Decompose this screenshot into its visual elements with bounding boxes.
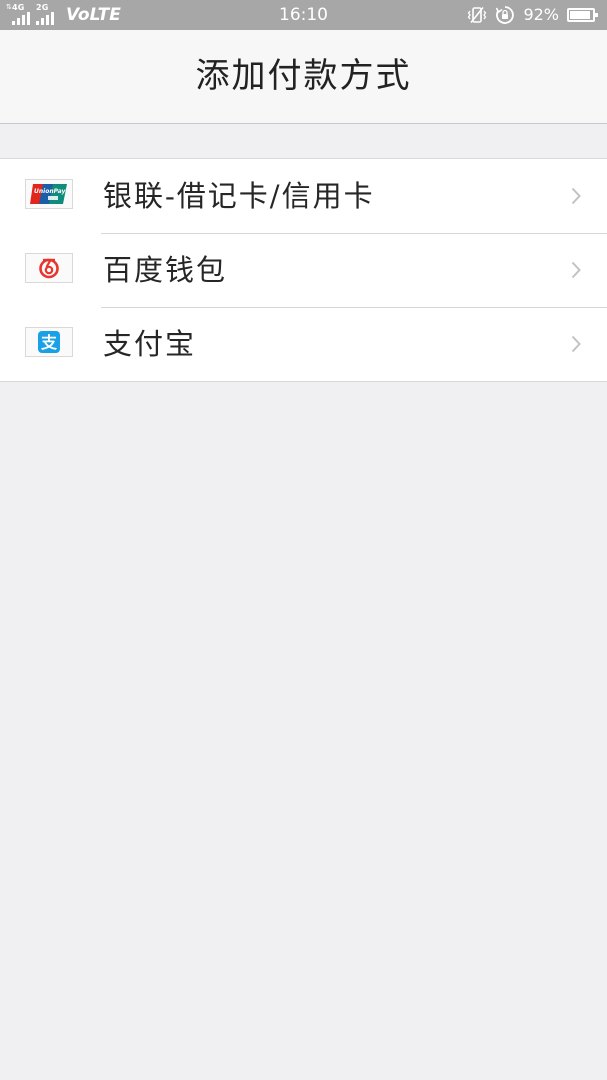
payment-method-baidu-wallet[interactable]: 百度钱包	[0, 233, 607, 307]
alipay-logo-glyph: 支	[40, 333, 58, 352]
unionpay-icon: UnionPay	[25, 179, 73, 209]
payment-method-label: 百度钱包	[103, 253, 228, 287]
unionpay-logo-text: UnionPay	[34, 188, 66, 195]
nav-header: 添加付款方式	[0, 30, 607, 124]
alipay-icon: 支	[25, 327, 73, 357]
payment-method-alipay[interactable]: 支 支付宝	[0, 307, 607, 381]
page-title: 添加付款方式	[195, 56, 412, 96]
battery-icon	[567, 8, 598, 22]
battery-tip	[595, 13, 598, 17]
status-bar: ⇅ 4G 2G VoLTE 16:10 92%	[0, 0, 607, 30]
chevron-right-icon	[571, 187, 581, 205]
battery-percent: 92%	[523, 5, 559, 24]
chevron-right-icon	[571, 261, 581, 279]
payment-method-label: 支付宝	[103, 327, 197, 361]
payment-method-list: UnionPay 银联-借记卡/信用卡 百度钱包 支 支付宝	[0, 158, 607, 382]
vibrate-icon	[468, 7, 487, 23]
rotation-lock-icon	[496, 6, 515, 24]
payment-method-label: 银联-借记卡/信用卡	[103, 179, 375, 213]
chevron-right-icon	[571, 335, 581, 353]
payment-method-unionpay[interactable]: UnionPay 银联-借记卡/信用卡	[0, 159, 607, 233]
baidu-wallet-icon	[25, 253, 73, 283]
battery-level	[570, 11, 590, 19]
status-right: 92%	[467, 4, 599, 26]
